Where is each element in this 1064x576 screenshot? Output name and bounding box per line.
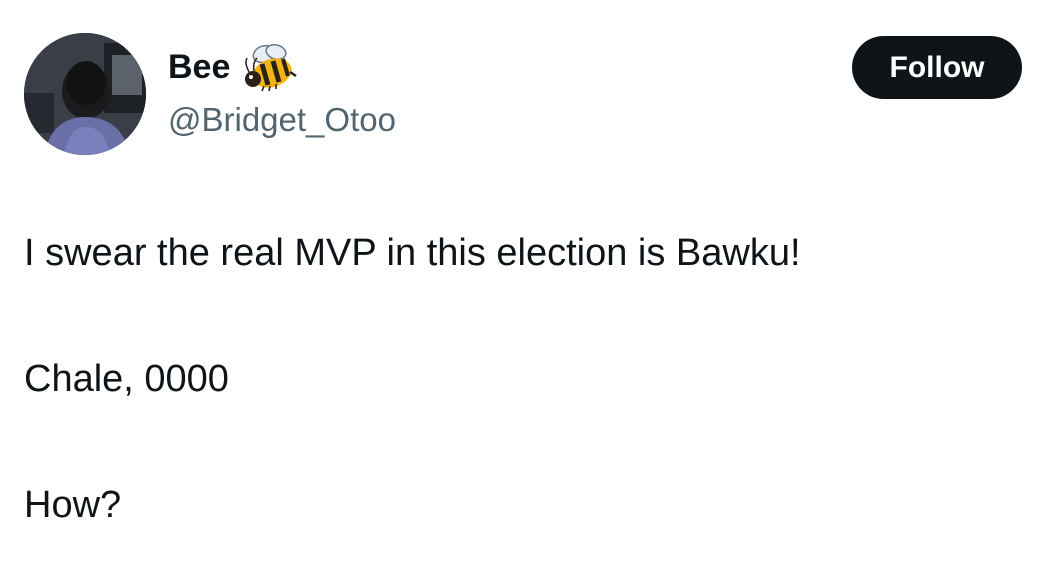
- author-handle[interactable]: @Bridget_Otoo: [168, 97, 396, 143]
- author-display-name[interactable]: Bee: [168, 43, 230, 91]
- author-name-row: Bee: [168, 42, 298, 92]
- tweet-line: How?: [24, 484, 122, 526]
- tweet-line: I swear the real MVP in this election is…: [24, 232, 801, 274]
- avatar[interactable]: [24, 33, 146, 155]
- tweet-line: Chale, 0000: [24, 358, 229, 400]
- follow-button[interactable]: Follow: [852, 36, 1022, 99]
- bee-icon: [242, 42, 298, 92]
- avatar-photo: [24, 33, 146, 155]
- tweet-text: I swear the real MVP in this election is…: [24, 228, 1034, 530]
